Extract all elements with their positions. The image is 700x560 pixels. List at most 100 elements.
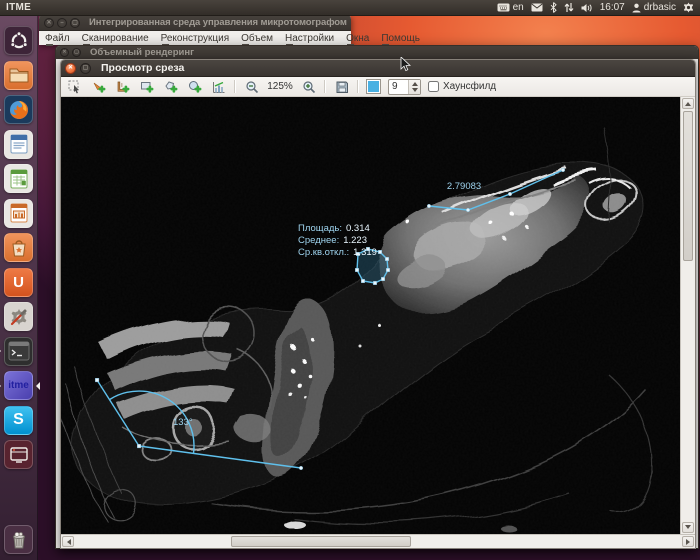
scroll-up-button[interactable] (682, 98, 694, 109)
menu-help[interactable]: Помощь (381, 33, 420, 44)
launcher-item-terminal[interactable] (4, 337, 33, 366)
keyboard-indicator[interactable]: en (497, 2, 524, 13)
running-indicator (0, 106, 5, 114)
launcher-item-screenshot-tool[interactable] (4, 440, 33, 469)
handle[interactable] (561, 168, 565, 172)
ubuntu-one-glyph: U (13, 274, 24, 291)
close-icon[interactable]: ✕ (65, 63, 76, 74)
vertical-scrollbar[interactable] (680, 97, 695, 534)
ubuntu-logo-icon (9, 31, 29, 51)
launcher-item-libreoffice-calc[interactable] (4, 164, 33, 193)
close-icon[interactable]: ✕ (44, 18, 54, 28)
histogram-icon (212, 80, 226, 94)
zoom-level: 125% (267, 81, 293, 92)
menu-file[interactable]: Файл (45, 33, 70, 44)
scroll-left-button[interactable] (62, 536, 74, 547)
restore-icon[interactable]: ▢ (80, 63, 91, 74)
launcher-item-libreoffice-impress[interactable] (4, 199, 33, 228)
screenshot-app-icon (9, 446, 29, 464)
slice-number-value[interactable]: 9 (389, 80, 408, 94)
slice-view-title: Просмотр среза (101, 62, 184, 74)
unity-launcher: U itme S (0, 16, 38, 560)
horizontal-scroll-thumb[interactable] (231, 536, 411, 547)
ellipse-roi-tool-button[interactable] (186, 79, 203, 95)
handle[interactable] (386, 268, 389, 271)
zoom-out-button[interactable] (243, 79, 260, 95)
handle[interactable] (466, 208, 470, 212)
user-menu[interactable]: drbasic (632, 2, 676, 13)
launcher-item-itme[interactable]: itme (4, 371, 33, 400)
scroll-down-button[interactable] (682, 522, 694, 533)
volume-rendering-title: Объемный рендеринг (90, 47, 194, 58)
minimize-icon[interactable]: – (57, 18, 67, 28)
volume-rendering-titlebar[interactable]: ✕ ▢ Объемный рендеринг (56, 46, 698, 59)
trash-icon (9, 530, 29, 550)
launcher-item-trash[interactable] (4, 525, 33, 554)
handle[interactable] (299, 466, 303, 470)
select-tool-button[interactable] (66, 79, 83, 95)
spin-up-button[interactable] (409, 80, 420, 87)
handle[interactable] (95, 378, 99, 382)
close-icon[interactable]: ✕ (60, 48, 69, 57)
slice-number-spinbox[interactable]: 9 (388, 79, 421, 95)
menu-windows[interactable]: Окна (346, 33, 369, 44)
slice-image-viewport[interactable]: 2.79083 133° Площадь:0.314 Среднее:1.223… (61, 97, 695, 534)
roi-stddev-stat: Ср.кв.откл.:1.319 (298, 247, 377, 258)
rect-roi-tool-button[interactable] (138, 79, 155, 95)
volume-indicator[interactable] (581, 3, 593, 13)
handle[interactable] (385, 257, 388, 260)
select-icon (68, 80, 82, 94)
itme-glyph: itme (8, 380, 29, 391)
launcher-item-system-settings[interactable] (4, 302, 33, 331)
ct-slice-image[interactable]: 2.79083 133° Площадь:0.314 Среднее:1.223… (61, 97, 680, 534)
handle[interactable] (137, 444, 141, 448)
network-indicator[interactable] (564, 2, 574, 13)
slice-view-titlebar[interactable]: ✕ ▢ Просмотр среза (61, 60, 695, 77)
handle[interactable] (361, 279, 364, 282)
handle[interactable] (427, 204, 431, 208)
spin-down-button[interactable] (409, 87, 420, 94)
probe-tool-button[interactable] (90, 79, 107, 95)
launcher-item-skype[interactable]: S (4, 406, 33, 435)
main-window-titlebar[interactable]: ✕ – ▢ Интегрированная среда управления м… (39, 15, 351, 31)
horizontal-scrollbar[interactable] (61, 534, 695, 548)
launcher-item-files[interactable] (4, 61, 33, 90)
hounsfield-checkbox[interactable] (428, 81, 439, 92)
handle[interactable] (378, 250, 381, 253)
launcher-item-dash-home[interactable] (4, 26, 33, 55)
settings-gear-icon (9, 307, 29, 327)
top-panel: ITME en (0, 0, 700, 16)
session-menu[interactable] (683, 2, 694, 13)
scroll-right-button[interactable] (682, 536, 694, 547)
histogram-tool-button[interactable] (210, 79, 227, 95)
handle[interactable] (508, 192, 512, 196)
annotation-color-swatch[interactable] (366, 79, 381, 94)
menu-settings[interactable]: Настройки (285, 33, 334, 44)
maximize-icon[interactable]: ▢ (70, 18, 80, 28)
menu-reconstruction[interactable]: Реконструкция (161, 33, 230, 44)
handle[interactable] (381, 277, 384, 280)
save-button[interactable] (333, 79, 350, 95)
ruler-measure-tool-button[interactable] (114, 79, 131, 95)
handle[interactable] (355, 268, 358, 271)
handle[interactable] (373, 281, 376, 284)
launcher-item-ubuntu-one[interactable]: U (4, 268, 33, 297)
focused-indicator (32, 382, 40, 390)
roi-area-stat: Площадь:0.314 (298, 223, 370, 234)
menu-volume[interactable]: Объем (241, 33, 273, 44)
launcher-item-libreoffice-writer[interactable] (4, 130, 33, 159)
calc-icon (10, 169, 28, 189)
mail-indicator[interactable] (531, 3, 543, 12)
main-app-window: ✕ – ▢ Интегрированная среда управления м… (39, 15, 351, 45)
zoom-in-button[interactable] (300, 79, 317, 95)
bluetooth-indicator[interactable] (550, 2, 557, 13)
launcher-item-software-center[interactable] (4, 233, 33, 262)
menu-scanning[interactable]: Сканирование (82, 33, 149, 44)
slice-view-window: ✕ ▢ Просмотр среза (60, 59, 696, 549)
restore-icon[interactable]: ▢ (72, 48, 81, 57)
polygon-roi-tool-button[interactable] (162, 79, 179, 95)
zoom-in-icon (302, 80, 316, 94)
clock[interactable]: 16:07 (600, 2, 625, 13)
vertical-scroll-thumb[interactable] (683, 111, 693, 261)
launcher-item-firefox[interactable] (4, 95, 33, 124)
